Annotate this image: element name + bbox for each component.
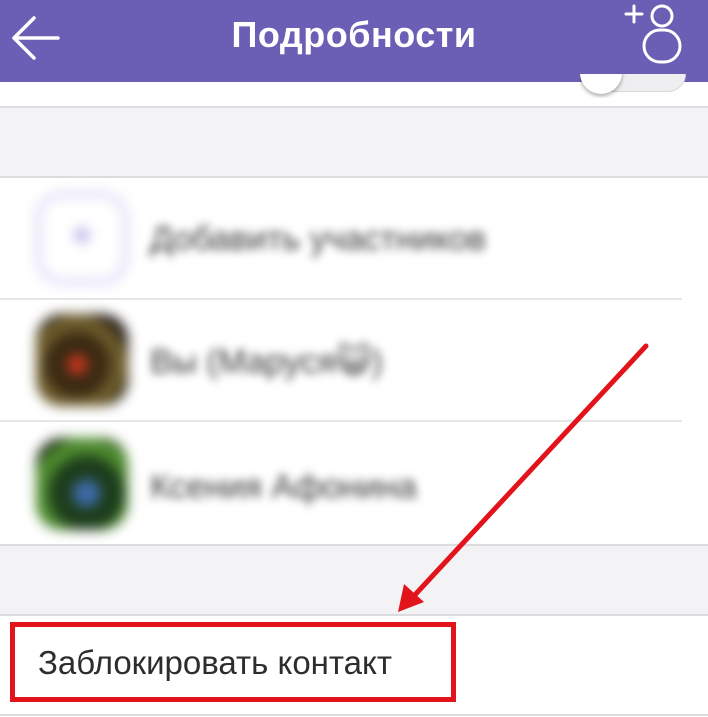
add-participants-label: Добавить участников	[150, 220, 486, 258]
avatar	[36, 438, 128, 530]
participant-row[interactable]: Ксения Афонина	[0, 422, 708, 544]
settings-toggle[interactable]	[580, 74, 688, 98]
add-contact-icon[interactable]	[622, 0, 684, 66]
add-participants-row[interactable]: + Добавить участников	[0, 178, 708, 298]
top-app-bar: Подробности	[0, 0, 708, 82]
participant-name: Ксения Афонина	[150, 468, 417, 506]
section-spacer	[0, 108, 708, 176]
divider	[0, 714, 708, 716]
avatar	[36, 314, 128, 406]
page-title: Подробности	[231, 14, 477, 55]
section-spacer	[0, 546, 708, 614]
participant-row[interactable]: Вы (Маруся😺)	[0, 300, 708, 420]
highlight-box	[10, 622, 456, 702]
add-participant-icon: +	[36, 192, 128, 284]
participant-name: Вы (Маруся😺)	[150, 343, 383, 381]
